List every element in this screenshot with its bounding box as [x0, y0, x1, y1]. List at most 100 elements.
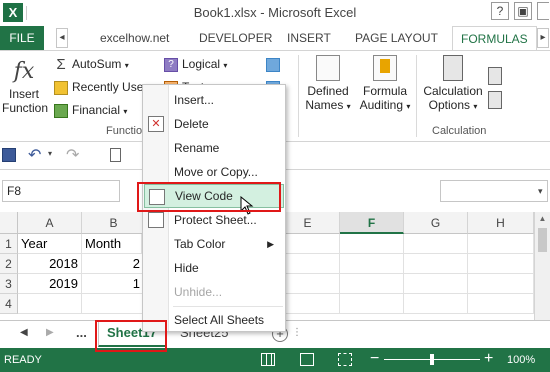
cell-f1[interactable] [340, 234, 404, 254]
menu-item-hide[interactable]: Hide [144, 256, 284, 280]
cell-g4[interactable] [404, 294, 468, 314]
cell-a2[interactable]: 2018 [18, 254, 82, 274]
formula-auditing-label-2: Auditing [359, 98, 403, 112]
cell-b2[interactable]: 2 [82, 254, 144, 274]
menu-item-move-copy[interactable]: Move or Copy... [144, 160, 284, 184]
column-header-f[interactable]: F [340, 212, 404, 234]
cell-b3[interactable]: 1 [82, 274, 144, 294]
calculation-options-button[interactable]: Calculation Options ▾ [420, 55, 486, 114]
tab-file[interactable]: FILE [0, 26, 44, 50]
calculate-sheet-icon [488, 90, 502, 109]
logical-button[interactable]: ? Logical ▾ [164, 54, 227, 74]
select-all-corner[interactable] [0, 212, 18, 234]
logical-label: Logical [182, 57, 221, 71]
defined-names-button[interactable]: Defined Names ▾ [302, 55, 354, 114]
row-header-2[interactable]: 2 [0, 254, 18, 274]
page-layout-view-icon[interactable] [300, 353, 314, 366]
status-bar: READY − + 100% [0, 348, 550, 372]
ribbon-display-button[interactable]: ▣ [514, 2, 532, 20]
minimize-button[interactable] [537, 2, 549, 20]
chevron-down-icon: ▾ [406, 102, 411, 111]
question-book-icon: ? [164, 57, 178, 72]
cell-a4[interactable] [18, 294, 82, 314]
name-manager-icon [316, 55, 340, 81]
tab-developer[interactable]: DEVELOPER [199, 26, 272, 50]
cell-g3[interactable] [404, 274, 468, 294]
zoom-level[interactable]: 100% [507, 354, 535, 366]
tab-formulas[interactable]: FORMULAS [452, 26, 537, 51]
menu-item-delete[interactable]: ✕ Delete [144, 112, 284, 136]
cell-g1[interactable] [404, 234, 468, 254]
insert-function-button[interactable]: fx Insert Function [2, 57, 48, 115]
tabs-scroll-right-icon[interactable]: ▸ [537, 28, 549, 48]
chevron-down-icon[interactable]: ▾ [48, 149, 52, 158]
row-header-3[interactable]: 3 [0, 274, 18, 294]
tab-page-layout[interactable]: PAGE LAYOUT [355, 26, 438, 50]
menu-item-rename[interactable]: Rename [144, 136, 284, 160]
zoom-slider[interactable] [384, 354, 480, 365]
tab-excelhow[interactable]: excelhow.net [100, 26, 169, 50]
row-header-4[interactable]: 4 [0, 294, 18, 314]
tab-splitter-icon[interactable]: ⋮ [292, 327, 302, 338]
menu-item-unhide-label: Unhide... [174, 285, 223, 299]
help-button[interactable]: ? [491, 2, 509, 20]
name-box[interactable]: F8 [2, 180, 120, 202]
column-header-a[interactable]: A [18, 212, 82, 234]
next-sheet-icon[interactable]: ▶ [46, 327, 54, 338]
scroll-up-icon[interactable]: ▲ [535, 212, 550, 226]
row-header-1[interactable]: 1 [0, 234, 18, 254]
sheet-tabs-ellipsis[interactable]: ... [68, 321, 95, 347]
zoom-slider-thumb[interactable] [430, 354, 434, 365]
formula-input[interactable] [440, 180, 548, 202]
cell-a1[interactable]: Year [18, 234, 82, 254]
cell-h4[interactable] [468, 294, 534, 314]
zoom-in-icon[interactable]: + [484, 350, 493, 368]
prev-sheet-icon[interactable]: ◀ [20, 327, 28, 338]
page-break-view-icon[interactable] [338, 353, 352, 366]
menu-item-insert[interactable]: Insert... [144, 88, 284, 112]
calculate-now-button[interactable] [488, 65, 506, 85]
cell-g2[interactable] [404, 254, 468, 274]
calculate-sheet-button[interactable] [488, 89, 506, 109]
cell-b4[interactable] [82, 294, 144, 314]
normal-view-icon[interactable] [261, 353, 275, 366]
zoom-out-icon[interactable]: − [370, 350, 379, 368]
lookup-button[interactable] [266, 54, 284, 74]
formula-expand-icon[interactable]: ▾ [538, 186, 543, 197]
formula-auditing-button[interactable]: Formula Auditing ▾ [357, 55, 413, 114]
tab-insert[interactable]: INSERT [287, 26, 331, 50]
new-document-icon[interactable] [110, 148, 121, 162]
group-separator [298, 55, 299, 137]
column-header-h[interactable]: H [468, 212, 534, 234]
menu-item-insert-label: Insert... [174, 93, 215, 107]
autosum-button[interactable]: Σ AutoSum ▾ [54, 54, 128, 74]
recently-used-button[interactable]: Recently Use [54, 77, 146, 97]
menu-item-rename-label: Rename [174, 141, 220, 155]
cell-f4[interactable] [340, 294, 404, 314]
window-title: Book1.xlsx - Microsoft Excel [193, 5, 357, 20]
lookup-icon [266, 57, 280, 72]
cell-b1[interactable]: Month [82, 234, 142, 254]
insert-function-label-1: Insert [8, 87, 39, 101]
vertical-scrollbar[interactable]: ▲ [534, 212, 550, 320]
menu-item-hide-label: Hide [174, 261, 199, 275]
cell-f3[interactable] [340, 274, 404, 294]
calculate-now-icon [488, 66, 502, 85]
defined-names-label-2: Names [305, 98, 344, 112]
redo-icon[interactable]: ↷ [66, 145, 79, 165]
cell-h3[interactable] [468, 274, 534, 294]
financial-button[interactable]: Financial ▾ [54, 100, 127, 120]
menu-item-tab-color[interactable]: Tab Color ▶ [144, 232, 284, 256]
column-header-b[interactable]: B [82, 212, 146, 234]
cell-a3[interactable]: 2019 [18, 274, 82, 294]
column-header-g[interactable]: G [404, 212, 468, 234]
cell-f2[interactable] [340, 254, 404, 274]
undo-icon[interactable]: ↶ [28, 145, 41, 165]
cell-h1[interactable] [468, 234, 534, 254]
status-ready: READY [4, 354, 42, 366]
scroll-thumb[interactable] [538, 228, 547, 252]
save-icon[interactable] [2, 148, 16, 162]
cell-h2[interactable] [468, 254, 534, 274]
tabs-scroll-left-icon[interactable]: ◂ [56, 28, 68, 48]
defined-names-label-1: Defined [307, 84, 349, 98]
